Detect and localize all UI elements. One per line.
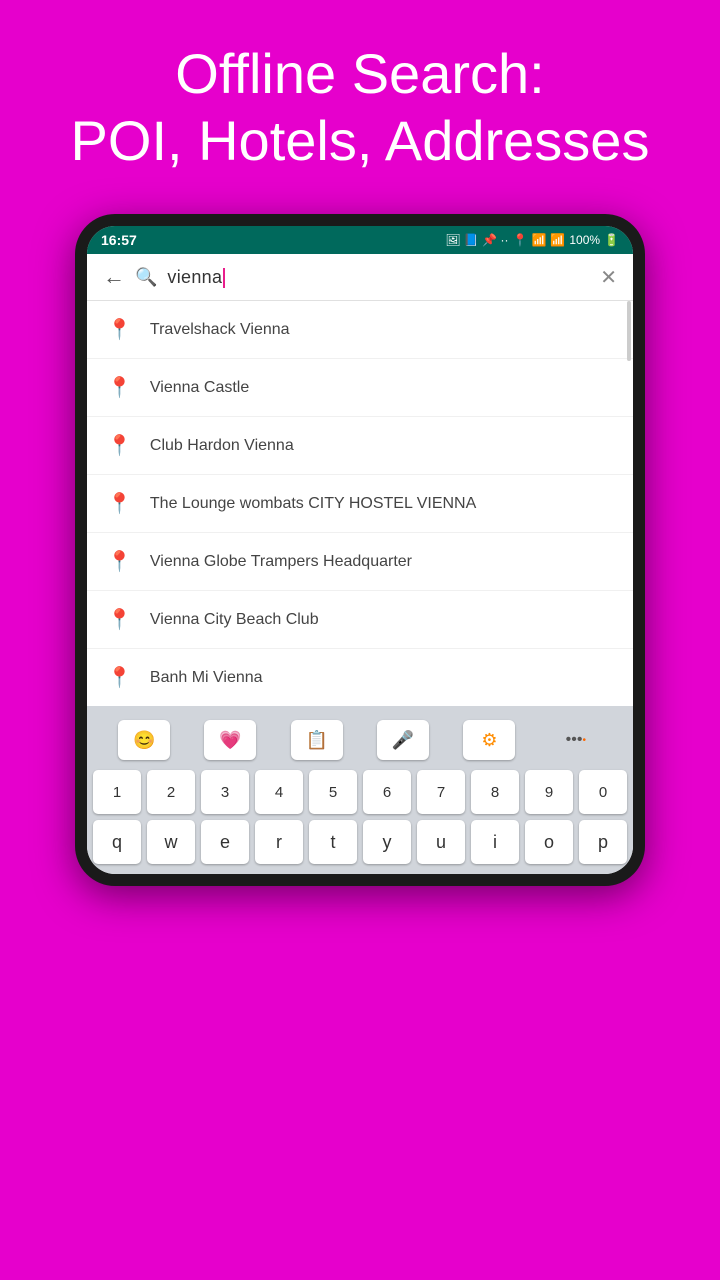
key-y[interactable]: y [363,820,411,864]
pin-icon-6: 📍 [107,607,132,632]
key-t[interactable]: t [309,820,357,864]
clipboard-button[interactable]: 📋 [291,720,343,760]
result-item-6[interactable]: 📍 Vienna City Beach Club [87,591,633,649]
key-i[interactable]: i [471,820,519,864]
sticker-button[interactable]: 💗 [204,720,256,760]
result-item-1[interactable]: 📍 Travelshack Vienna [87,301,633,359]
back-button[interactable]: ← [103,264,125,290]
phone-screen: 16:57 🖼 📘 📌 ·· 📍 📶 📶 100% 🔋 ← 🔍 vienna ✕ [87,226,633,874]
search-bar[interactable]: ← 🔍 vienna ✕ [87,254,633,301]
keyboard-toolbar: 😊 💗 📋 🎤 ⚙ •••• [91,714,629,770]
pin-icon-1: 📍 [107,317,132,342]
clear-button[interactable]: ✕ [600,265,617,290]
result-item-3[interactable]: 📍 Club Hardon Vienna [87,417,633,475]
mic-button[interactable]: 🎤 [377,720,429,760]
key-4[interactable]: 4 [255,770,303,814]
result-text-1: Travelshack Vienna [150,321,290,339]
key-0[interactable]: 0 [579,770,627,814]
status-time: 16:57 [101,232,137,248]
key-2[interactable]: 2 [147,770,195,814]
battery-text: 100% [569,233,600,247]
battery-icon: 🔋 [604,233,619,247]
header-section: Offline Search: POI, Hotels, Addresses [0,0,720,204]
key-w[interactable]: w [147,820,195,864]
more-button[interactable]: •••• [550,720,602,760]
text-cursor [223,268,225,288]
pin-icon-7: 📍 [107,665,132,690]
search-input[interactable]: vienna [167,267,590,288]
key-r[interactable]: r [255,820,303,864]
result-item-5[interactable]: 📍 Vienna Globe Trampers Headquarter [87,533,633,591]
keyboard-row-numbers: 1 2 3 4 5 6 7 8 9 0 [91,770,629,814]
signal-icon: 📶 [550,233,565,247]
key-1[interactable]: 1 [93,770,141,814]
result-text-2: Vienna Castle [150,379,249,397]
location-icon: 📍 [512,233,527,247]
key-3[interactable]: 3 [201,770,249,814]
key-p[interactable]: p [579,820,627,864]
key-9[interactable]: 9 [525,770,573,814]
result-text-7: Banh Mi Vienna [150,669,263,687]
key-6[interactable]: 6 [363,770,411,814]
result-text-5: Vienna Globe Trampers Headquarter [150,553,412,571]
keyboard-row-qwerty: q w e r t y u i o p [91,820,629,864]
results-list: 📍 Travelshack Vienna 📍 Vienna Castle 📍 C… [87,301,633,706]
key-8[interactable]: 8 [471,770,519,814]
pin-icon-2: 📍 [107,375,132,400]
result-text-3: Club Hardon Vienna [150,437,294,455]
result-item-7[interactable]: 📍 Banh Mi Vienna [87,649,633,706]
key-o[interactable]: o [525,820,573,864]
phone-frame: 16:57 🖼 📘 📌 ·· 📍 📶 📶 100% 🔋 ← 🔍 vienna ✕ [75,214,645,886]
search-results: 📍 Travelshack Vienna 📍 Vienna Castle 📍 C… [87,301,633,706]
key-e[interactable]: e [201,820,249,864]
phone-mockup: 16:57 🖼 📘 📌 ·· 📍 📶 📶 100% 🔋 ← 🔍 vienna ✕ [0,214,720,886]
pin-icon-3: 📍 [107,433,132,458]
key-u[interactable]: u [417,820,465,864]
result-text-6: Vienna City Beach Club [150,611,319,629]
key-5[interactable]: 5 [309,770,357,814]
notification-icons: 🖼 📘 📌 ·· [445,233,508,247]
scrollbar[interactable] [627,301,631,361]
result-text-4: The Lounge wombats CITY HOSTEL VIENNA [150,495,476,513]
pin-icon-5: 📍 [107,549,132,574]
result-item-2[interactable]: 📍 Vienna Castle [87,359,633,417]
status-bar: 16:57 🖼 📘 📌 ·· 📍 📶 📶 100% 🔋 [87,226,633,254]
wifi-icon: 📶 [531,233,546,247]
key-7[interactable]: 7 [417,770,465,814]
key-q[interactable]: q [93,820,141,864]
emoji-button[interactable]: 😊 [118,720,170,760]
header-title: Offline Search: POI, Hotels, Addresses [30,40,690,174]
settings-button[interactable]: ⚙ [463,720,515,760]
keyboard: 😊 💗 📋 🎤 ⚙ •••• 1 2 3 4 5 6 7 8 [87,706,633,874]
result-item-4[interactable]: 📍 The Lounge wombats CITY HOSTEL VIENNA [87,475,633,533]
search-icon: 🔍 [135,267,157,288]
status-icons: 🖼 📘 📌 ·· 📍 📶 📶 100% 🔋 [445,233,619,247]
pin-icon-4: 📍 [107,491,132,516]
